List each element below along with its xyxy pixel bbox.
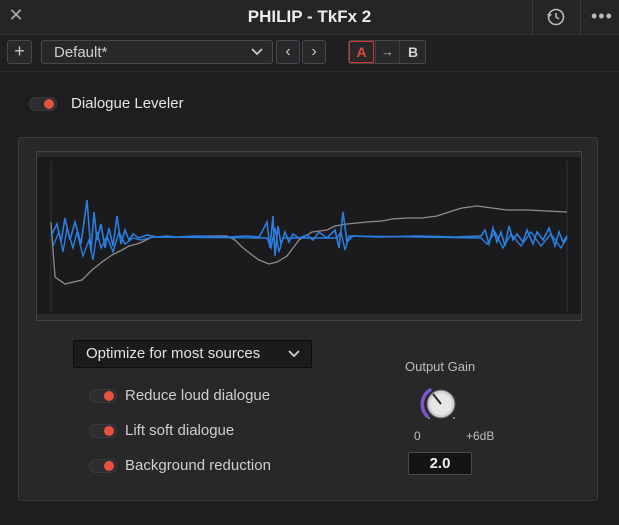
- toggle-indicator: [104, 426, 114, 436]
- gain-curve: [50, 205, 568, 285]
- lift-soft-dialogue-label: Lift soft dialogue: [125, 422, 235, 439]
- preset-value: Default*: [54, 44, 108, 61]
- graph-bottom-band: [37, 314, 581, 320]
- mode-select[interactable]: Optimize for most sources: [73, 340, 312, 368]
- toggle-indicator: [44, 99, 54, 109]
- window-title: PHILIP - TkFx 2: [247, 7, 372, 26]
- lift-soft-dialogue-toggle[interactable]: [89, 424, 117, 438]
- copy-a-to-b-button[interactable]: →: [375, 41, 400, 63]
- toggle-indicator: [104, 461, 114, 471]
- toggle-indicator: [104, 391, 114, 401]
- output-gain-min-label: 0: [414, 429, 421, 443]
- output-gain-label: Output Gain: [405, 359, 476, 374]
- b-button[interactable]: B: [401, 41, 425, 63]
- divider: [580, 0, 581, 34]
- waveform: [50, 199, 568, 257]
- dialogue-leveler-toggle[interactable]: [29, 97, 57, 111]
- output-gain-value-field[interactable]: 2.0: [408, 452, 472, 475]
- output-gain-max-label: +6dB: [466, 429, 495, 443]
- graph-top-band: [37, 152, 581, 157]
- preset-toolbar: + Default* ‹ › A → B: [0, 35, 619, 72]
- divider: [532, 0, 533, 34]
- level-graph: [36, 151, 582, 321]
- reduce-loud-dialogue-toggle[interactable]: [89, 389, 117, 403]
- more-icon[interactable]: •••: [591, 5, 615, 27]
- background-reduction-label: Background reduction: [125, 457, 271, 474]
- title-bar: ✕ PHILIP - TkFx 2 •••: [0, 0, 619, 35]
- ab-compare: A → B: [348, 40, 426, 64]
- mode-select-value: Optimize for most sources: [86, 345, 261, 362]
- previous-preset-button[interactable]: ‹: [276, 40, 300, 64]
- next-preset-button[interactable]: ›: [302, 40, 326, 64]
- reduce-loud-dialogue-label: Reduce loud dialogue: [125, 387, 271, 404]
- chevron-down-icon: [251, 48, 263, 56]
- level-graph-canvas: [37, 152, 581, 320]
- history-icon[interactable]: [545, 6, 567, 28]
- dialogue-leveler-label: Dialogue Leveler: [71, 95, 184, 112]
- background-reduction-toggle[interactable]: [89, 459, 117, 473]
- add-preset-button[interactable]: +: [7, 40, 32, 64]
- chevron-down-icon: [288, 350, 300, 358]
- a-button[interactable]: A: [349, 41, 374, 63]
- preset-select[interactable]: Default*: [41, 40, 273, 64]
- output-gain-knob[interactable]: [418, 382, 462, 426]
